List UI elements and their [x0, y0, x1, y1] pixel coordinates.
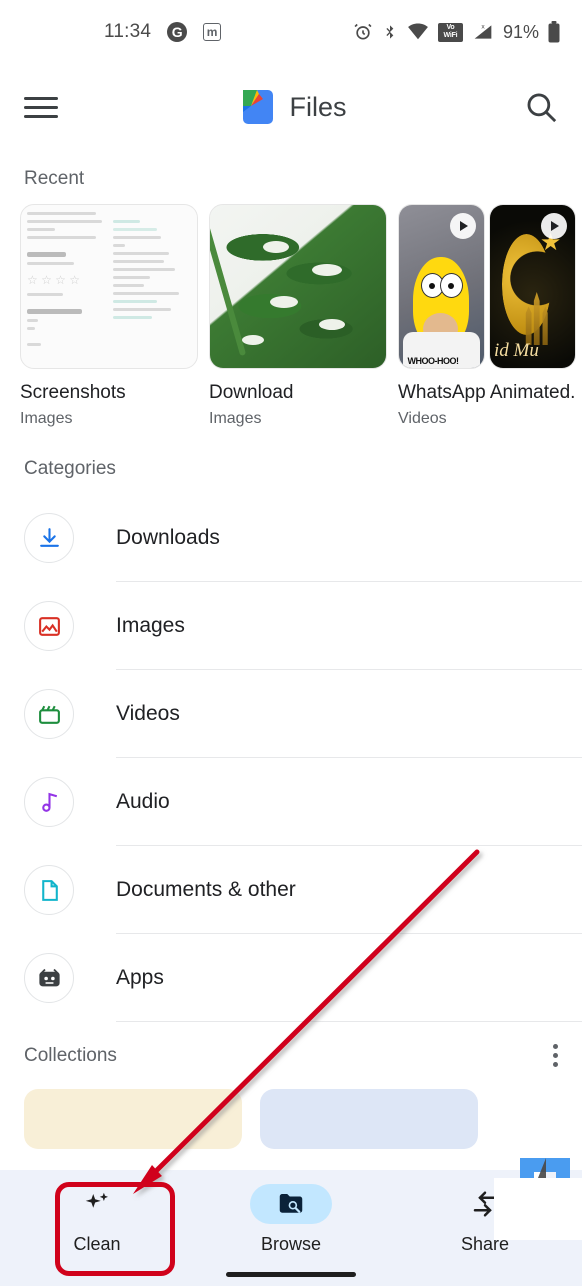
hamburger-menu-icon[interactable] [24, 91, 58, 124]
sparkle-clean-icon [56, 1184, 138, 1224]
play-icon [450, 213, 476, 239]
collection-card-2[interactable] [260, 1089, 478, 1149]
screenshot-thumbnail-art: ☆ ☆ ☆ ☆ [21, 205, 197, 368]
recent-item-screenshots[interactable]: ☆ ☆ ☆ ☆ Screenshots Images [20, 204, 198, 428]
music-note-icon [24, 777, 74, 827]
watermark-mask [494, 1178, 582, 1240]
play-icon [541, 213, 567, 239]
recent-item-type: Images [209, 410, 262, 427]
watermark-logo [462, 1154, 582, 1240]
category-row-apps[interactable]: Apps [24, 934, 582, 1022]
status-bar: 11:34 G m Vo WiFi x 91% [0, 0, 582, 64]
google-files-logo [243, 90, 274, 124]
leaf-photo-thumbnail[interactable] [209, 204, 387, 369]
screenshot-thumbnail[interactable]: ☆ ☆ ☆ ☆ [20, 204, 198, 369]
battery-percent: 91% [502, 21, 539, 42]
category-row-images[interactable]: Images [24, 582, 582, 670]
status-bar-right: Vo WiFi x 91% [353, 21, 560, 43]
category-row-audio[interactable]: Audio [24, 758, 582, 846]
eid-mubarak-video-thumbnail[interactable]: ★ id Mu [489, 204, 576, 369]
video-clapper-icon [24, 689, 74, 739]
status-bar-left: 11:34 G m [104, 21, 222, 43]
wifi-icon [408, 23, 428, 40]
recent-item-download[interactable]: Download Images [209, 204, 387, 428]
battery-full-icon [548, 21, 560, 43]
recent-list: ☆ ☆ ☆ ☆ Screenshots Images Download Imag… [0, 204, 582, 428]
leaf-photo-art [210, 205, 386, 368]
recent-item-type: Images [20, 410, 73, 427]
categories-list: Downloads Images Videos Audio Documents … [0, 494, 582, 1022]
alarm-icon [354, 23, 372, 40]
m-badge-icon: m [203, 23, 222, 41]
nav-tab-label: Browse [260, 1234, 322, 1254]
categories-section-title: Categories [24, 458, 116, 479]
category-row-documents[interactable]: Documents & other [24, 846, 582, 934]
category-label: Audio [116, 790, 170, 813]
app-bar: Files [0, 64, 582, 150]
collections-header: Collections [0, 1022, 582, 1067]
category-label: Apps [116, 966, 164, 989]
category-row-downloads[interactable]: Downloads [24, 494, 582, 582]
category-label: Downloads [116, 526, 220, 549]
signal-no-sim-icon: x [474, 24, 492, 39]
folder-search-icon [250, 1184, 332, 1224]
document-icon [24, 865, 74, 915]
svg-text:x: x [481, 24, 485, 31]
home-indicator [226, 1272, 356, 1277]
nav-tab-clean[interactable]: Clean [0, 1184, 194, 1255]
google-badge-icon: G [167, 22, 188, 42]
nav-tab-browse[interactable]: Browse [194, 1184, 388, 1255]
category-label: Videos [116, 702, 180, 725]
kebab-menu-icon[interactable] [553, 1044, 558, 1067]
category-label: Images [116, 614, 185, 637]
status-time: 11:34 [104, 21, 152, 42]
recent-item-title: WhatsApp Animated... [398, 382, 576, 403]
vowifi-icon: Vo WiFi [437, 22, 463, 42]
recent-item-title: Screenshots [20, 382, 126, 403]
image-icon [24, 601, 74, 651]
category-label: Documents & other [116, 878, 296, 901]
collections-section-title: Collections [24, 1044, 117, 1066]
search-icon[interactable] [524, 90, 558, 124]
bluetooth-icon [386, 25, 394, 39]
recent-item-title: Download [209, 382, 294, 403]
collection-card-1[interactable] [24, 1089, 242, 1149]
recent-item-whatsapp-animated[interactable]: WHOO-HOO! ★ id Mu WhatsApp Animated... V… [398, 204, 576, 428]
homer-video-thumbnail[interactable]: WHOO-HOO! [398, 204, 485, 369]
download-icon [24, 513, 74, 563]
recent-section-title: Recent [24, 168, 85, 189]
collections-list [0, 1067, 582, 1149]
recent-item-type: Videos [398, 410, 447, 427]
nav-tab-label: Clean [73, 1234, 121, 1254]
category-row-videos[interactable]: Videos [24, 670, 582, 758]
divider [116, 1021, 582, 1022]
app-bar-title-group: Files [0, 88, 582, 126]
phone-screen: 11:34 G m Vo WiFi x 91% Files Recent ☆ ☆… [0, 0, 582, 1286]
apk-android-icon [24, 953, 74, 1003]
page-title: Files [289, 91, 347, 122]
